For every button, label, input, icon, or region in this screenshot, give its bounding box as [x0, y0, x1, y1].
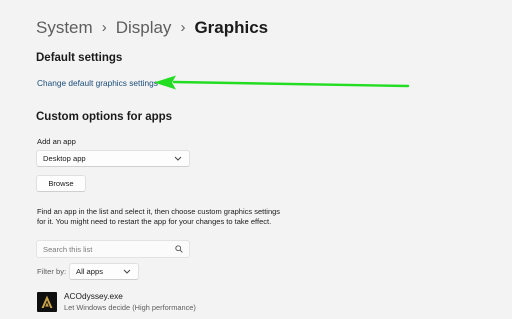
change-default-graphics-settings-link[interactable]: Change default graphics settings [37, 78, 158, 88]
filter-dropdown-value: All apps [76, 267, 104, 276]
default-settings-heading: Default settings [36, 52, 123, 64]
app-type-dropdown-value: Desktop app [43, 154, 86, 163]
search-icon[interactable] [175, 240, 183, 258]
list-item[interactable]: ACOdyssey.exe Let Windows decide (High p… [36, 290, 296, 314]
page-title: Graphics [194, 18, 269, 37]
green-arrow-annotation-icon [154, 75, 410, 90]
chevron-down-icon [174, 156, 182, 161]
filter-label: Filter by: [37, 267, 67, 276]
filter-dropdown[interactable]: All apps [69, 263, 139, 280]
search-list-field[interactable] [36, 240, 190, 258]
search-input[interactable] [43, 244, 173, 254]
breadcrumb-separator: › [180, 18, 186, 36]
breadcrumb-system[interactable]: System [36, 18, 93, 38]
assassins-creed-icon [37, 292, 57, 312]
breadcrumb-display[interactable]: Display [116, 18, 172, 38]
breadcrumb-separator: › [101, 18, 107, 36]
custom-options-heading: Custom options for apps [36, 111, 173, 123]
chevron-down-icon [123, 269, 131, 274]
app-graphics-setting: Let Windows decide (High performance) [64, 303, 196, 312]
app-name: ACOdyssey.exe [64, 291, 123, 301]
helper-text: Find an app in the list and select it, t… [37, 207, 281, 227]
add-app-label: Add an app [37, 137, 76, 146]
browse-button[interactable]: Browse [36, 175, 86, 192]
breadcrumb: System › Display › Graphics [36, 16, 268, 40]
app-type-dropdown[interactable]: Desktop app [36, 150, 190, 167]
